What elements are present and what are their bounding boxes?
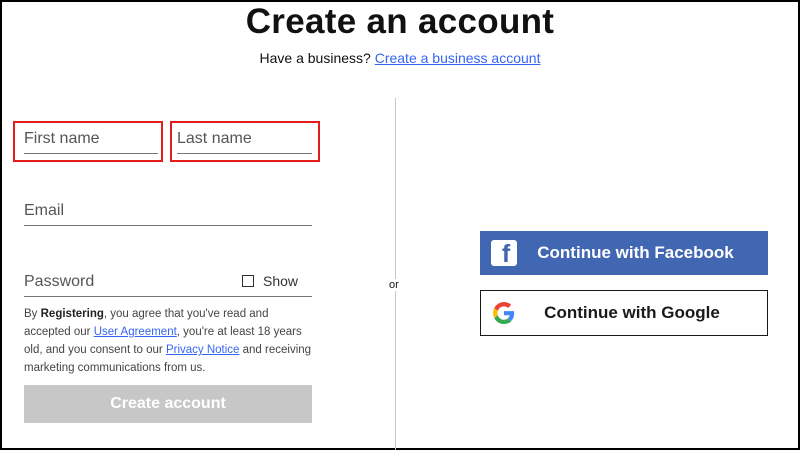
password-placeholder: Password [24,273,95,290]
continue-with-google-button[interactable]: Continue with Google [480,290,768,336]
show-password-toggle[interactable]: Show [242,273,298,289]
or-separator: or [388,279,400,291]
last-name-highlight-box [170,121,320,162]
user-agreement-link[interactable]: User Agreement [94,326,177,338]
create-business-account-link[interactable]: Create a business account [375,50,541,66]
continue-with-facebook-button[interactable]: f Continue with Facebook [480,231,768,275]
email-field[interactable]: Email [24,197,312,226]
legal-notice: By Registering, you agree that you've re… [24,305,316,377]
show-password-label: Show [263,273,299,289]
legal-registering: Registering [40,308,104,320]
create-account-button[interactable]: Create account [24,385,312,423]
email-placeholder: Email [24,202,65,219]
first-name-highlight-box [13,121,163,162]
google-button-label: Continue with Google [544,303,720,322]
page-title: Create an account [245,2,555,41]
checkbox-icon[interactable] [242,275,254,287]
google-logo-icon [493,302,515,324]
column-divider [395,98,396,450]
page-subtitle: Have a business? Create a business accou… [0,50,800,66]
subtitle-text: Have a business? [259,50,371,66]
legal-prefix: By [24,308,41,320]
privacy-notice-link[interactable]: Privacy Notice [166,344,240,356]
facebook-logo-icon: f [491,240,517,266]
facebook-button-label: Continue with Facebook [537,243,734,262]
